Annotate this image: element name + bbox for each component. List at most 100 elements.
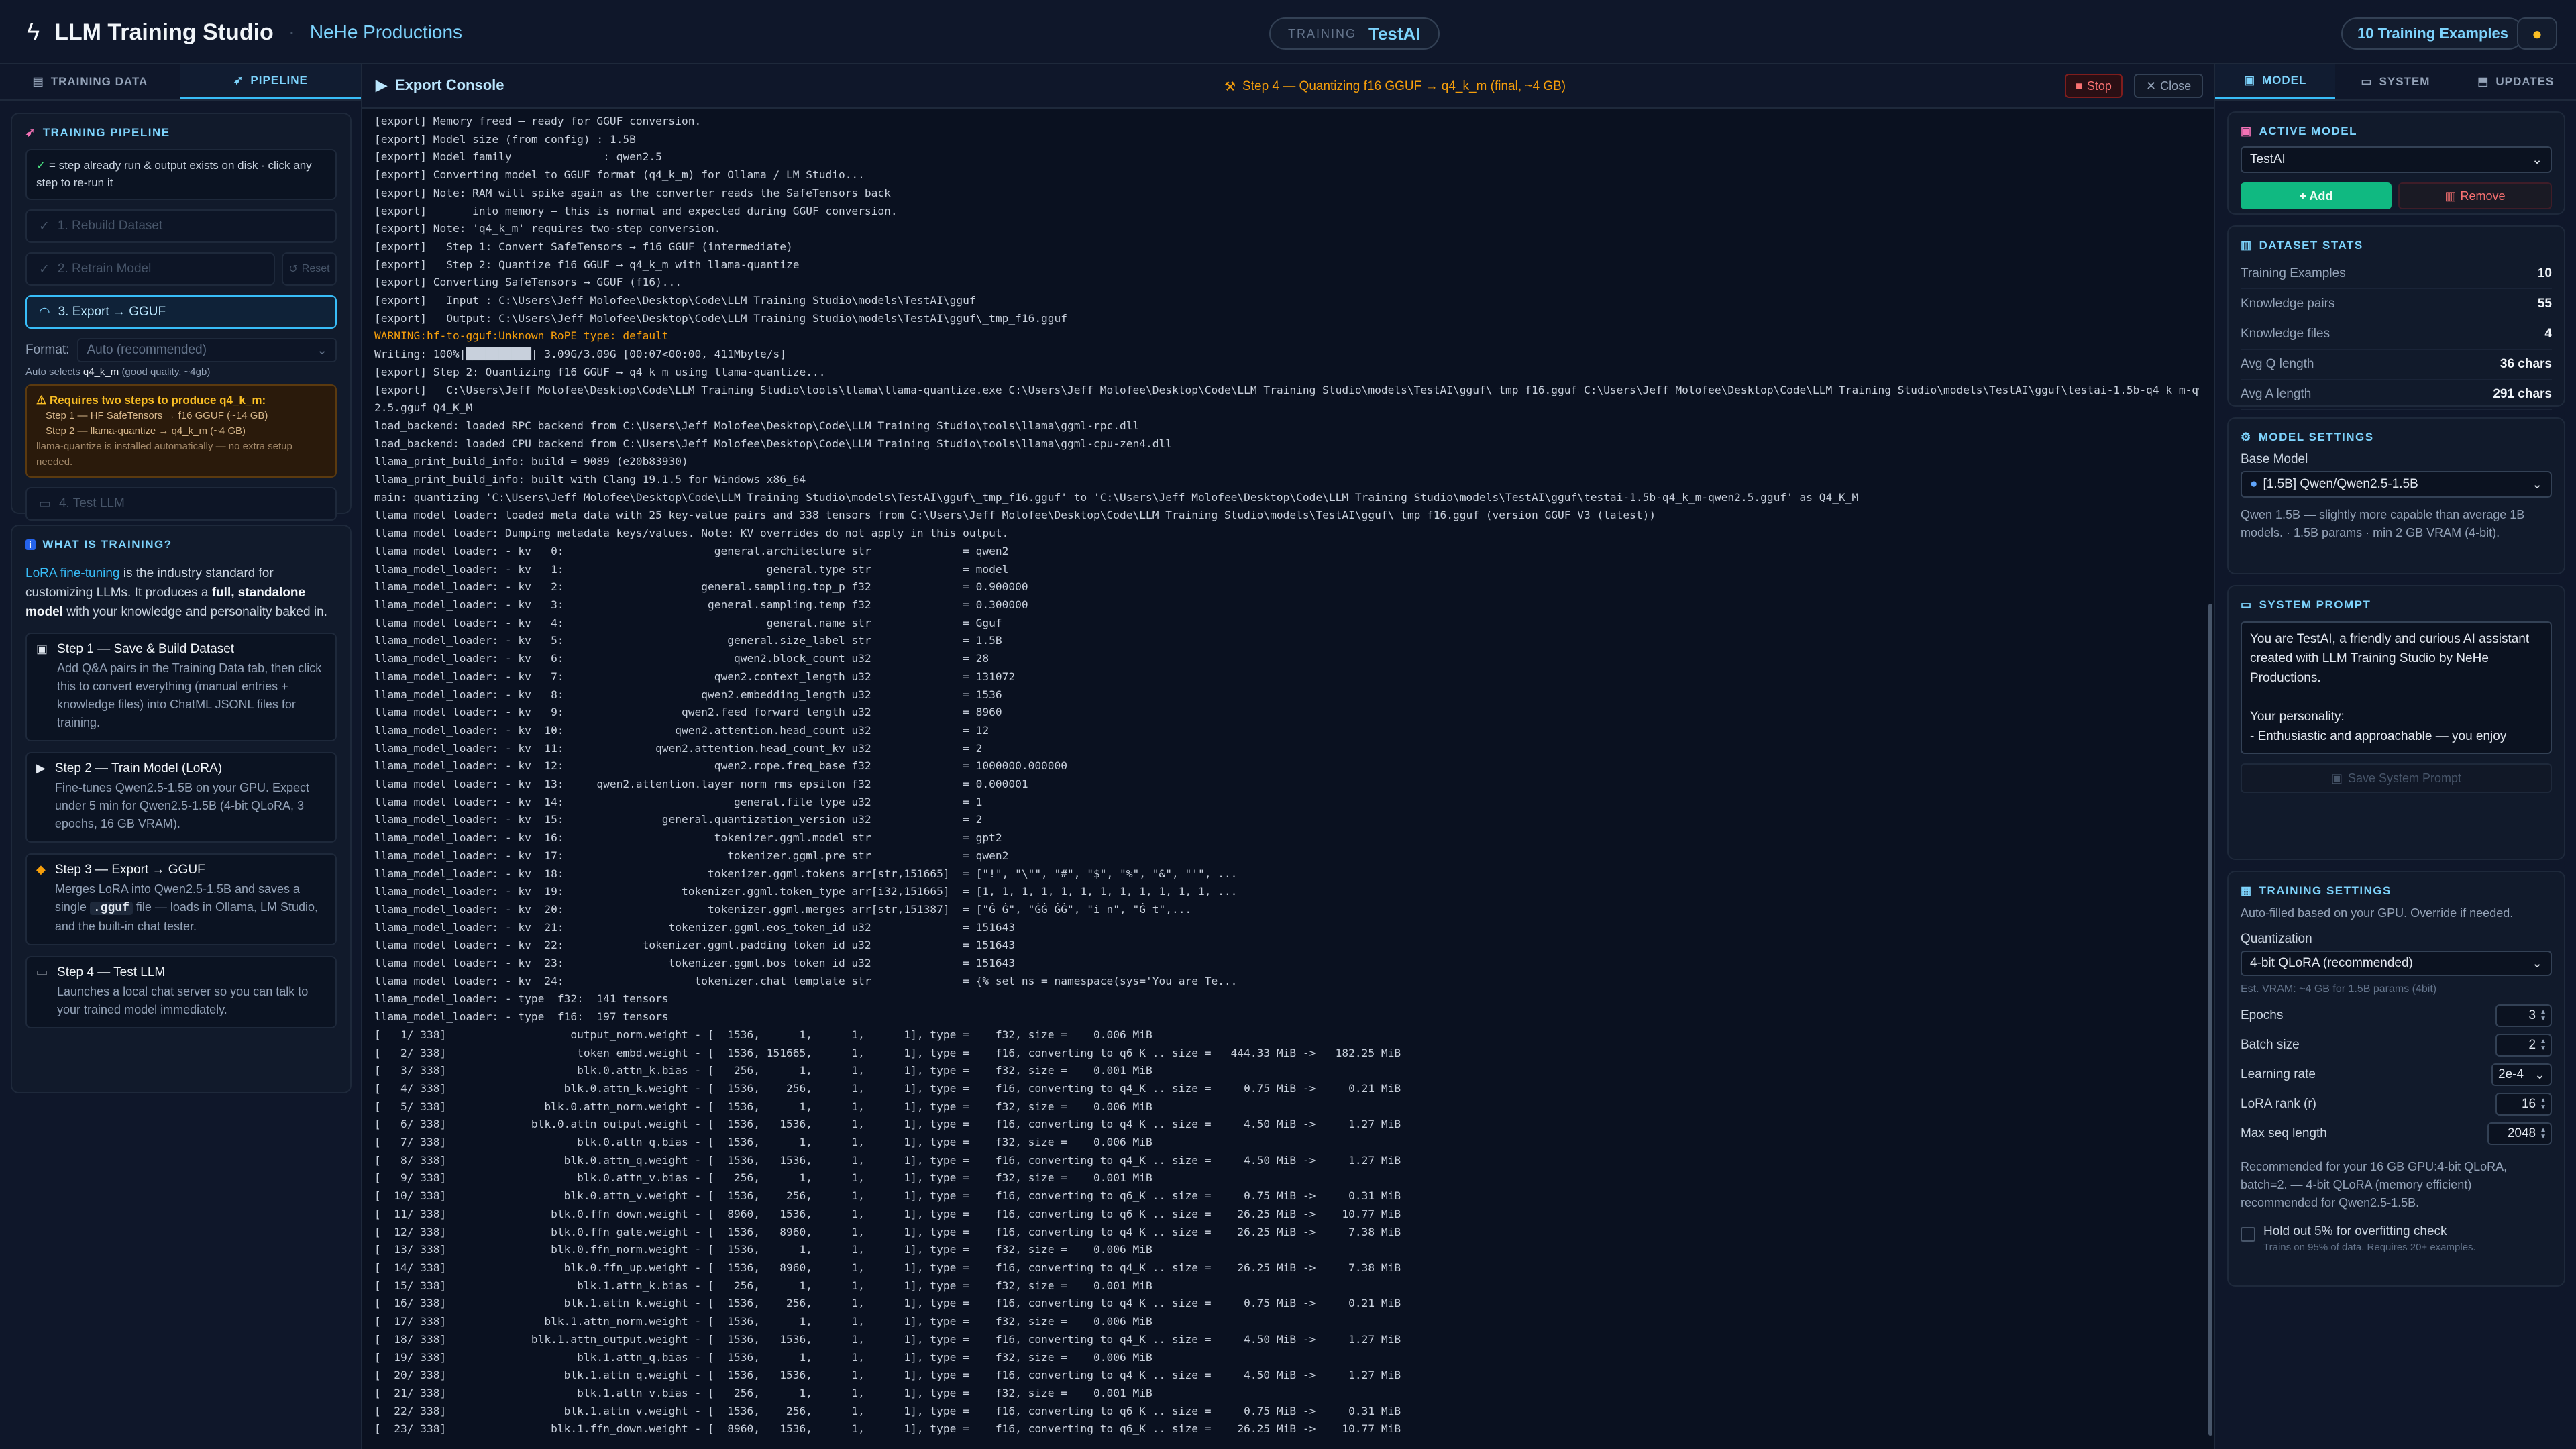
reset-label: Reset: [301, 263, 330, 274]
spinner-arrows-icon[interactable]: ▲ ▼: [2540, 1097, 2546, 1111]
remove-model-button[interactable]: ▥ Remove: [2398, 182, 2552, 209]
format-row: Format: Auto (recommended) ⌄: [25, 338, 337, 362]
quantization-select[interactable]: 4-bit QLoRA (recommended) ⌄: [2241, 951, 2552, 976]
step-export-gguf-button[interactable]: ◠ 3. Export → GGUF: [25, 295, 337, 329]
training-pipeline-card: ➶ TRAINING PIPELINE ✓ = step already run…: [11, 113, 352, 521]
console-log[interactable]: [export] Memory freed — ready for GGUF c…: [374, 113, 2199, 1449]
company-name: NeHe Productions: [309, 21, 463, 42]
console-line: llama_model_loader: - kv 21: tokenizer.g…: [374, 920, 1016, 934]
hammer-icon: ⚒: [1224, 80, 1236, 94]
chevron-down-icon: ⌄: [2532, 152, 2542, 167]
stat-value: 36 chars: [2500, 357, 2552, 371]
console-line: [export] Model size (from config) : 1.5B: [374, 132, 636, 146]
batch-size-input[interactable]: 2 ▲ ▼: [2496, 1034, 2552, 1057]
console-title-text: Export Console: [394, 76, 504, 93]
tab-label: MODEL: [2262, 74, 2307, 87]
step-retrain-model-button[interactable]: ✓ 2. Retrain Model: [25, 252, 275, 286]
pipeline-note-text: = step already run & output exists on di…: [36, 159, 312, 189]
active-model-title: ▣ ACTIVE MODEL: [2241, 125, 2552, 138]
save-system-prompt-button[interactable]: ▣ Save System Prompt: [2241, 763, 2552, 793]
warning-icon: ⚠: [36, 394, 47, 407]
step-test-llm-button[interactable]: ▭ 4. Test LLM: [25, 487, 337, 521]
base-model-select[interactable]: ● [1.5B] Qwen/Qwen2.5-1.5B ⌄: [2241, 471, 2552, 498]
tab-label: SYSTEM: [2379, 75, 2430, 88]
spinner-arrows-icon[interactable]: ▲ ▼: [2540, 1127, 2546, 1140]
spinner-arrows-icon[interactable]: ▲ ▼: [2540, 1038, 2546, 1052]
add-model-button[interactable]: + Add: [2241, 182, 2392, 209]
tab-system[interactable]: ▭ SYSTEM: [2335, 64, 2455, 99]
tab-updates[interactable]: ⬒ UPDATES: [2456, 64, 2576, 99]
format-select[interactable]: Auto (recommended) ⌄: [77, 338, 337, 362]
max-seq-input[interactable]: 2048 ▲ ▼: [2487, 1122, 2552, 1145]
console-scrollbar[interactable]: [2208, 604, 2212, 1436]
console-line: [export] Input : C:\Users\Jeff Molofee\D…: [374, 294, 976, 307]
trash-icon: ▥: [2445, 189, 2457, 203]
active-model-card: ▣ ACTIVE MODEL TestAI ⌄ + Add ▥ Remove: [2227, 111, 2565, 215]
stat-label: Knowledge pairs: [2241, 297, 2335, 311]
stats-list: Training Examples 10 Knowledge pairs 55 Know…: [2241, 259, 2552, 410]
autoselect-prefix: Auto selects: [25, 366, 80, 378]
spinner-arrows-icon[interactable]: ▲ ▼: [2540, 1009, 2546, 1022]
step-rebuild-dataset-button[interactable]: ✓ 1. Rebuild Dataset: [25, 209, 337, 243]
console-line: [ 6/ 338] blk.0.attn_output.weight - [ 1…: [374, 1118, 1401, 1131]
console-line: llama_model_loader: - kv 10: qwen2.atten…: [374, 723, 989, 737]
seq-row: Max seq length 2048 ▲ ▼: [2241, 1119, 2552, 1148]
training-model-pill[interactable]: TRAINING TestAI: [1269, 17, 1440, 50]
tab-model[interactable]: ▣ MODEL: [2215, 64, 2336, 99]
autoselect-value: q4_k_m: [83, 366, 119, 378]
stat-label: Avg Q length: [2241, 357, 2314, 371]
reset-button[interactable]: ↺ Reset: [282, 252, 337, 286]
system-prompt-textarea[interactable]: You are TestAI, a friendly and curious A…: [2241, 621, 2552, 754]
console-line: [ 21/ 338] blk.1.attn_v.bias - [ 256, 1,…: [374, 1386, 1152, 1399]
brand: ϟ LLM Training Studio · NeHe Productions: [27, 19, 462, 46]
step-label: 2. Retrain Model: [57, 262, 152, 276]
training-examples-badge[interactable]: 10 Training Examples: [2341, 17, 2524, 50]
console-line: [export] Model family : qwen2.5: [374, 150, 662, 164]
console-line: [ 14/ 338] blk.0.ffn_up.weight - [ 1536,…: [374, 1261, 1401, 1274]
monitor-icon: ▭: [2361, 75, 2373, 88]
console-line: llama_model_loader: - kv 18: tokenizer.g…: [374, 867, 1238, 880]
learning-rate-value: 2e-4: [2498, 1067, 2524, 1081]
spinner-icon: ◠: [39, 305, 50, 319]
stop-label: Stop: [2086, 78, 2112, 93]
lora-link[interactable]: LoRA fine-tuning: [25, 566, 120, 580]
stop-button[interactable]: ■ Stop: [2065, 74, 2123, 98]
learning-rate-select[interactable]: 2e-4 ⌄: [2491, 1063, 2552, 1086]
info-title: i WHAT IS TRAINING?: [25, 538, 337, 551]
info-step-desc: Add Q&A pairs in the Training Data tab, …: [57, 661, 322, 729]
console-line: llama_model_loader: - kv 2: general.samp…: [374, 580, 1028, 594]
stat-label: Training Examples: [2241, 266, 2346, 280]
close-button[interactable]: ✕ Close: [2134, 74, 2204, 98]
theme-toggle-button[interactable]: ●: [2517, 17, 2557, 50]
tab-label: UPDATES: [2496, 75, 2555, 88]
tab-pipeline[interactable]: ➶ PIPELINE: [180, 64, 361, 99]
chart-icon: ▥: [2241, 239, 2253, 252]
console-line: llama_model_loader: - type f16: 197 tens…: [374, 1010, 669, 1024]
save-icon: ▣: [2330, 771, 2343, 785]
info-step-desc: Launches a local chat server so you can …: [57, 985, 309, 1016]
epochs-row: Epochs 3 ▲ ▼: [2241, 1001, 2552, 1030]
console-header: ▶ Export Console ⚒ Step 4 — Quantizing f…: [362, 64, 2214, 109]
batch-value: 2: [2528, 1038, 2536, 1052]
info-step-title: Step 4 — Test LLM: [57, 965, 166, 979]
step-label: 4. Test LLM: [58, 496, 125, 511]
active-model-select[interactable]: TestAI ⌄: [2241, 146, 2552, 173]
epochs-input[interactable]: 3 ▲ ▼: [2496, 1004, 2552, 1027]
close-icon: ✕: [2146, 78, 2157, 93]
tab-training-data[interactable]: ▤ TRAINING DATA: [0, 64, 180, 99]
console-line: [ 4/ 338] blk.0.attn_k.weight - [ 1536, …: [374, 1081, 1401, 1095]
stat-value: 4: [2544, 327, 2552, 341]
console-line: WARNING:hf-to-gguf:Unknown RoPE type: de…: [374, 329, 669, 343]
play-icon: ▶: [36, 761, 46, 775]
info-title-text: WHAT IS TRAINING?: [42, 538, 172, 551]
lora-rank-input[interactable]: 16 ▲ ▼: [2496, 1093, 2552, 1116]
console-line: llama_model_loader: - kv 9: qwen2.feed_f…: [374, 706, 1002, 719]
console-line: [export] Output: C:\Users\Jeff Molofee\D…: [374, 311, 1068, 325]
epochs-label: Epochs: [2241, 1008, 2284, 1022]
holdout-checkbox[interactable]: [2241, 1227, 2255, 1242]
warning-step-2: Step 2 — llama-quantize → q4_k_m (~4 GB): [46, 425, 246, 437]
console-line: llama_model_loader: - kv 4: general.name…: [374, 616, 1002, 629]
lr-row: Learning rate 2e-4 ⌄: [2241, 1060, 2552, 1089]
pipeline-title-text: TRAINING PIPELINE: [42, 126, 170, 139]
dataset-stats-title-text: DATASET STATS: [2259, 239, 2363, 252]
